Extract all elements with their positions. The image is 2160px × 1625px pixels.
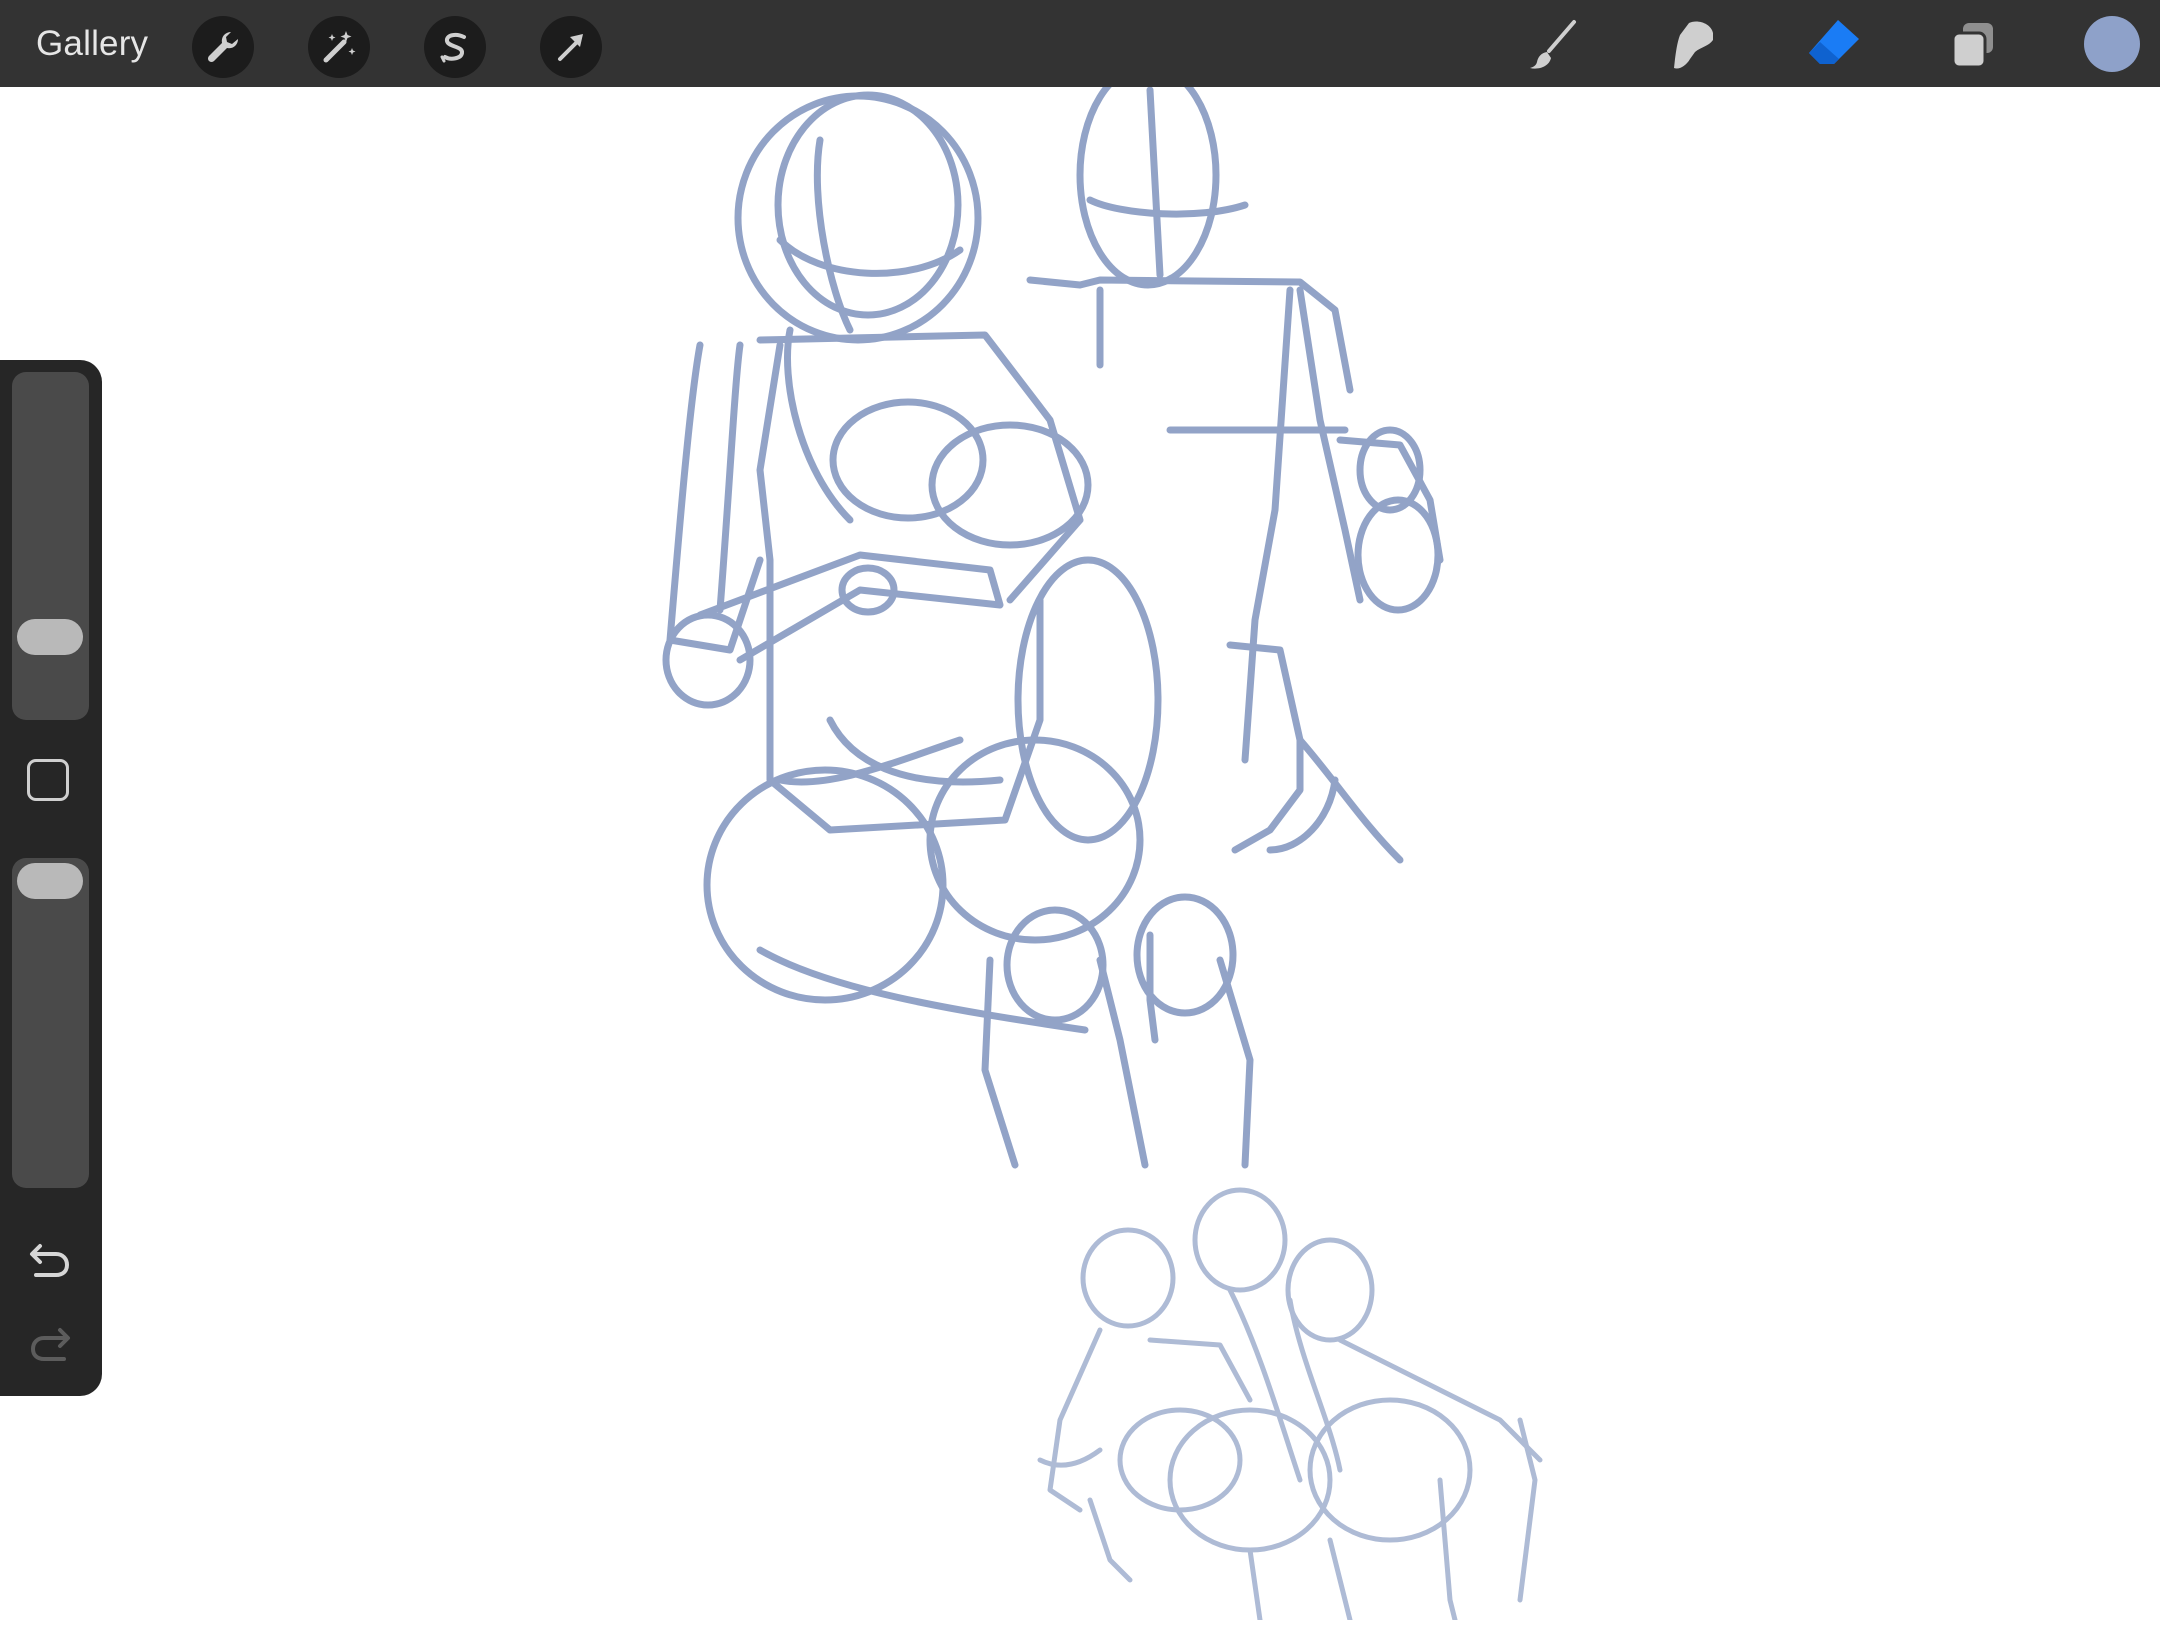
smudge-icon bbox=[1674, 21, 1713, 69]
layers-icon bbox=[1951, 23, 1993, 69]
selection-icon bbox=[440, 32, 466, 63]
left-sidebar bbox=[0, 360, 102, 1396]
modify-button[interactable] bbox=[27, 759, 69, 801]
transform-button[interactable] bbox=[540, 16, 602, 78]
smudge-button[interactable] bbox=[1662, 14, 1724, 76]
wrench-icon bbox=[207, 31, 239, 63]
brush-opacity-slider[interactable] bbox=[12, 858, 89, 1188]
undo-button[interactable] bbox=[22, 1232, 78, 1288]
color-picker-button[interactable] bbox=[2084, 16, 2140, 72]
layers-button[interactable] bbox=[1942, 14, 2004, 76]
brush-size-thumb[interactable] bbox=[17, 618, 83, 655]
sketch-artwork bbox=[662, 61, 1543, 1623]
erase-button[interactable] bbox=[1802, 14, 1864, 76]
drawing-canvas[interactable] bbox=[0, 61, 2160, 1623]
paint-button[interactable] bbox=[1522, 14, 1584, 76]
brush-icon bbox=[1530, 20, 1576, 69]
gallery-button[interactable]: Gallery bbox=[36, 0, 148, 87]
eraser-icon bbox=[1809, 20, 1859, 64]
brush-opacity-thumb[interactable] bbox=[17, 863, 83, 899]
top-toolbar: Gallery bbox=[0, 0, 2160, 87]
selection-button[interactable] bbox=[424, 16, 486, 78]
actions-button[interactable] bbox=[192, 16, 254, 78]
redo-icon bbox=[30, 1328, 70, 1361]
magic-wand-icon bbox=[323, 31, 356, 63]
undo-icon bbox=[30, 1244, 70, 1277]
adjustments-button[interactable] bbox=[308, 16, 370, 78]
transform-arrow-icon bbox=[558, 34, 583, 61]
redo-button[interactable] bbox=[22, 1316, 78, 1372]
brush-size-slider[interactable] bbox=[12, 372, 89, 720]
